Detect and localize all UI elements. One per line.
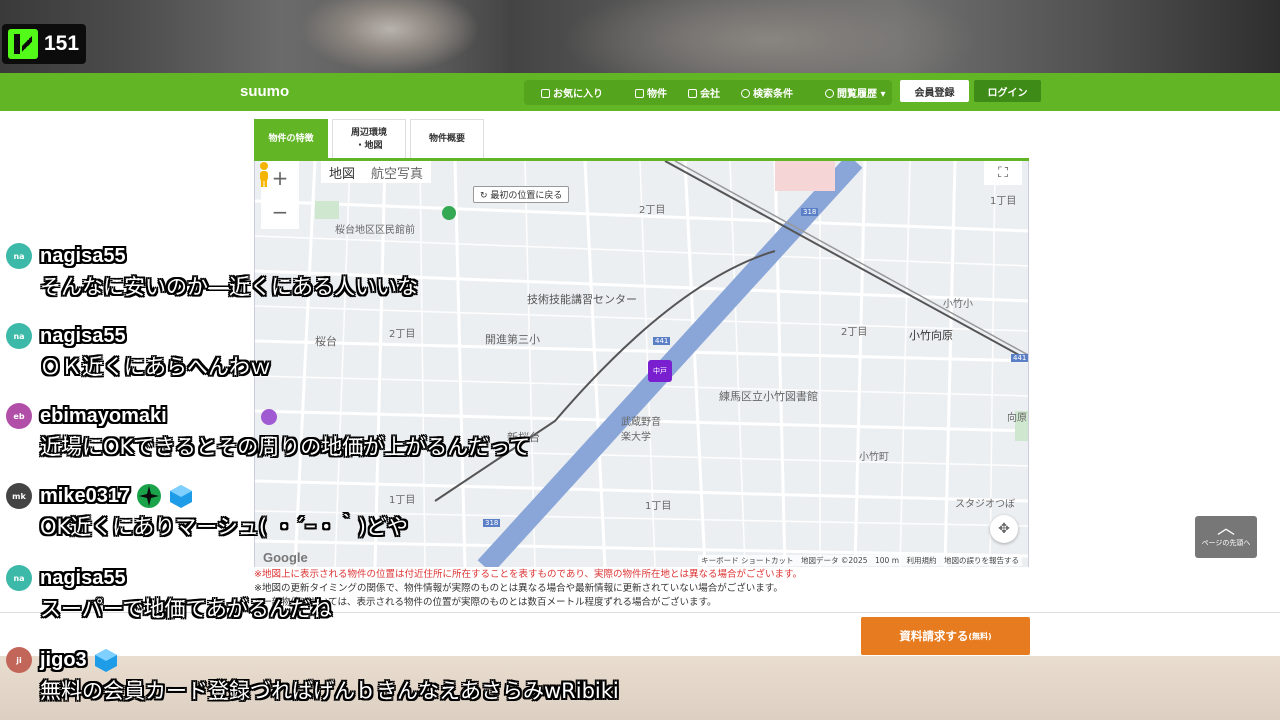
chat-text: 無料の会員カード登録づればげんｂきんなえあさらみwRibiki [40, 679, 619, 703]
route-shield: 318 [483, 519, 501, 527]
map-type-satellite[interactable]: 航空写真 [363, 163, 431, 182]
avatar: ji [6, 647, 32, 673]
chat-text: スーパーで地価てあがるんだね [40, 597, 332, 621]
map-label: 1丁目 [990, 196, 1017, 207]
login-button[interactable]: ログイン [974, 80, 1041, 102]
route-shield: 441 [653, 337, 671, 345]
search-icon [741, 89, 750, 98]
avatar: na [6, 565, 32, 591]
map-label: 桜台 [315, 335, 337, 348]
map-label: 技術技能講習センター [527, 293, 637, 306]
building-icon [688, 89, 697, 98]
tab-overview[interactable]: 物件概要 [410, 119, 484, 159]
nav-favorites[interactable]: お気に入り [541, 85, 603, 100]
map-label: 開進第三小 [485, 333, 540, 346]
fullscreen-icon[interactable]: ⛶ [984, 161, 1022, 185]
nav-search-conditions[interactable]: 検索条件 [741, 85, 793, 100]
nav-property[interactable]: 物件 [635, 85, 667, 100]
route-shield: 318 [801, 208, 819, 216]
home-icon [635, 89, 644, 98]
site-logo[interactable]: suumo [240, 83, 289, 100]
map-note: ※地図の更新タイミングの関係で、物件情報が実際のものとは異なる場合や最新情報に更… [254, 583, 783, 594]
avatar: mk [6, 483, 32, 509]
map-note: ※一部物件においては、表示される物件の位置が実際のものとは数百メートル程度ずれる… [254, 597, 717, 608]
chat-text: ＯＫ近くにあらへんわｗ [40, 355, 271, 379]
chat-message: eb ebimayomaki 近場にOKできるとその周りの地価が上がるんだって [6, 401, 530, 461]
chat-username: nagisa55 [40, 566, 126, 589]
viewer-counter: 151 [2, 24, 86, 64]
map-label: 小竹小 [943, 299, 973, 310]
tab-surroundings-map[interactable]: 周辺環境 ・地図 [332, 119, 406, 159]
route-shield: 441 [1011, 354, 1028, 362]
cube-badge-icon [170, 485, 193, 508]
chat-username: ebimayomaki [40, 404, 167, 427]
chat-text: OK近くにありマーシュ( ・´ｰ・｀)どや [40, 515, 408, 539]
chat-message: mk mike0317 OK近くにありマーシュ( ・´ｰ・｀)どや [6, 481, 408, 541]
chat-username: jigo3 [40, 648, 87, 671]
chat-username: nagisa55 [40, 244, 126, 267]
kick-logo-icon [8, 29, 38, 59]
map-label: 1丁目 [645, 501, 672, 512]
tab-features[interactable]: 物件の特徴 [254, 119, 328, 159]
avatar: na [6, 243, 32, 269]
chat-username: nagisa55 [40, 324, 126, 347]
map-label: 2丁目 [389, 329, 416, 340]
chat-username: mike0317 [40, 484, 131, 507]
property-marker[interactable]: 中戸 [648, 360, 672, 382]
chevron-up-icon: ︿ [1217, 518, 1235, 539]
document-request-button[interactable]: 資料請求する (無料) [861, 617, 1030, 655]
site-header: suumo お気に入り 物件 会社 検索条件 閲覧履歴 ▾ [0, 73, 1280, 111]
sparkle-badge-icon [137, 484, 162, 508]
map-label: 小竹向原 [909, 329, 953, 342]
map-note: ※地図上に表示される物件の位置は付近住所に所在することを表すものであり、実際の物… [254, 569, 803, 580]
chat-message: na nagisa55 スーパーで地価てあがるんだね [6, 563, 332, 623]
stream-frame: 151 suumo お気に入り 物件 会社 検索条件 閲覧履歴 ▾ 会員登録 ロ… [0, 0, 1280, 720]
chat-message: na nagisa55 そんなに安いのか―近くにある人いいな [6, 241, 418, 301]
map-label: 桜台地区区民館前 [335, 225, 415, 236]
avatar: na [6, 323, 32, 349]
chat-text: そんなに安いのか―近くにある人いいな [40, 275, 418, 299]
return-to-origin-button[interactable]: ↻ 最初の位置に戻る [473, 186, 570, 203]
zoom-out-button[interactable]: − [261, 195, 299, 229]
cube-badge-icon [94, 649, 117, 672]
webcam-feed [0, 0, 1280, 80]
map-label: 小竹町 [859, 452, 889, 463]
viewer-count: 151 [44, 32, 80, 55]
chat-message: ji jigo3 無料の会員カード登録づればげんｂきんなえあさらみwRibiki [6, 645, 619, 705]
map-label: 2丁目 [639, 205, 666, 216]
map-label: 向原 [1007, 413, 1027, 424]
nav-company[interactable]: 会社 [688, 85, 720, 100]
checkbox-icon [541, 89, 550, 98]
avatar: eb [6, 403, 32, 429]
map-attribution[interactable]: キーボード ショートカット 地図データ ©2025 100 m 利用規約 地図の… [698, 555, 1022, 566]
register-button[interactable]: 会員登録 [900, 80, 969, 102]
page-top-button[interactable]: ︿ ページの先頭へ [1195, 516, 1257, 558]
pegman-icon[interactable] [255, 161, 273, 187]
map-label: スタジオつぼ [955, 499, 1015, 510]
map-label: 2丁目 [841, 327, 868, 338]
map-type-map[interactable]: 地図 [321, 163, 363, 182]
chat-text: 近場にOKできるとその周りの地価が上がるんだって [40, 435, 531, 459]
my-location-icon[interactable]: ✥ [990, 515, 1018, 543]
nav-history[interactable]: 閲覧履歴 ▾ [825, 85, 886, 100]
chat-message: na nagisa55 ＯＫ近くにあらへんわｗ [6, 321, 271, 381]
map-label: 武蔵野音楽大学 [621, 417, 661, 443]
map-type-toggle: 地図 航空写真 [321, 161, 432, 183]
history-icon [825, 89, 834, 98]
map-label: 練馬区立小竹図書館 [719, 390, 818, 403]
map-notes: ※地図上に表示される物件の位置は付近住所に所在することを表すものであり、実際の物… [254, 568, 802, 610]
